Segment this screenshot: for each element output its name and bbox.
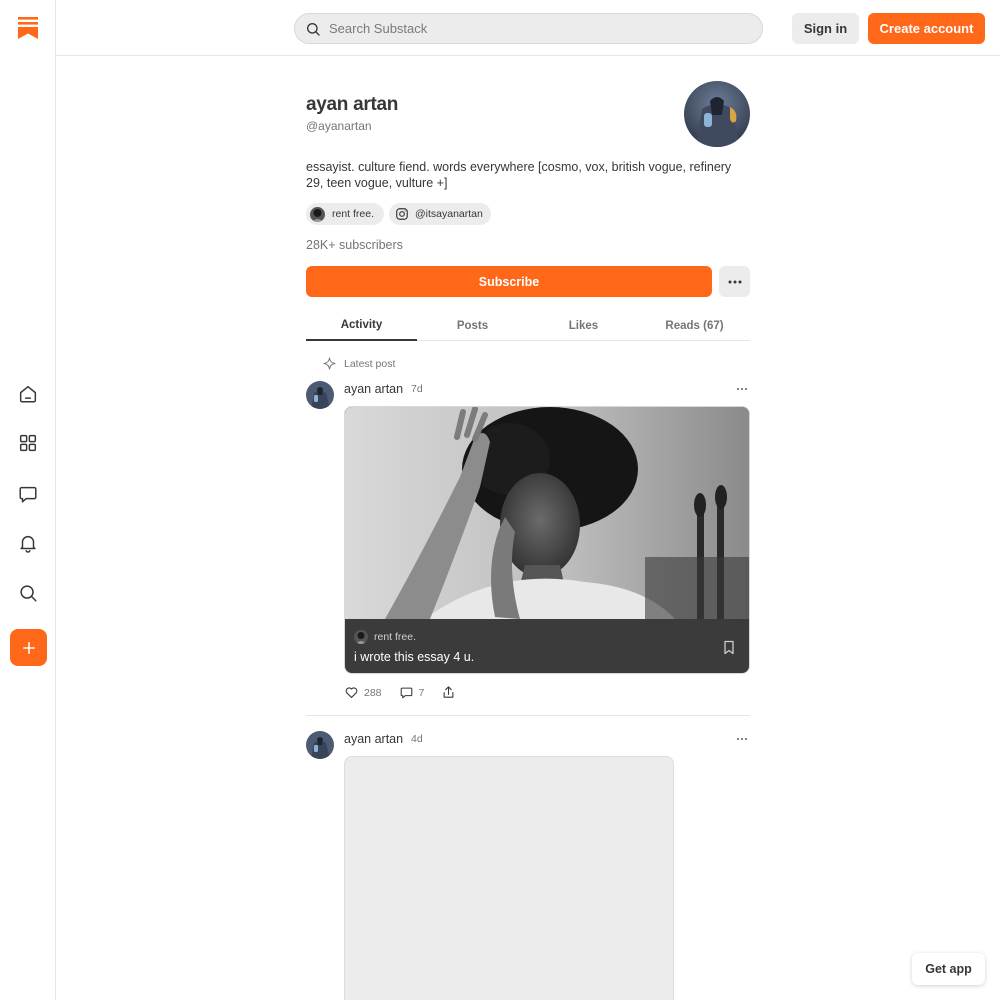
post-author-name[interactable]: ayan artan bbox=[344, 382, 403, 396]
home-icon bbox=[19, 385, 37, 403]
substack-logo-icon[interactable] bbox=[18, 17, 38, 39]
post-timestamp: 7d bbox=[411, 383, 423, 395]
get-app-button[interactable]: Get app bbox=[912, 953, 985, 985]
sidebar-item-explore[interactable] bbox=[10, 425, 46, 461]
more-horizontal-icon bbox=[728, 280, 741, 283]
post-publication[interactable]: rent free. bbox=[354, 630, 416, 644]
subscribe-button[interactable]: Subscribe bbox=[306, 266, 712, 297]
profile-tabs: Activity Posts Likes Reads (67) bbox=[306, 310, 750, 341]
post-media-placeholder[interactable] bbox=[344, 756, 674, 1000]
post-timestamp: 4d bbox=[411, 733, 423, 745]
post-card[interactable]: rent free. i wrote this essay 4 u. bbox=[344, 406, 750, 674]
create-post-button[interactable] bbox=[10, 629, 47, 666]
tab-activity[interactable]: Activity bbox=[306, 310, 417, 341]
create-account-button[interactable]: Create account bbox=[868, 13, 985, 44]
comment-count: 7 bbox=[418, 686, 425, 699]
post-title[interactable]: i wrote this essay 4 u. bbox=[354, 650, 474, 664]
comment-button[interactable]: 7 bbox=[399, 685, 425, 700]
post-author-name[interactable]: ayan artan bbox=[344, 732, 403, 746]
post-author-avatar[interactable] bbox=[306, 381, 334, 409]
instagram-icon bbox=[396, 208, 408, 220]
plus-icon bbox=[22, 641, 35, 654]
share-icon bbox=[443, 686, 454, 698]
search-icon bbox=[307, 22, 320, 36]
heart-icon bbox=[345, 687, 358, 699]
latest-post-text: Latest post bbox=[344, 357, 396, 370]
post-more-icon[interactable] bbox=[735, 732, 749, 746]
profile-handle: @ayanartan bbox=[306, 119, 372, 133]
sidebar-item-search[interactable] bbox=[10, 575, 46, 611]
chat-icon bbox=[19, 486, 37, 503]
search-icon bbox=[20, 585, 37, 602]
avatar-photo bbox=[684, 81, 750, 147]
search-input[interactable]: Search Substack bbox=[294, 13, 763, 44]
instagram-link-chip[interactable]: @itsayanartan bbox=[389, 203, 491, 225]
publication-avatar bbox=[310, 206, 325, 222]
post-more-icon[interactable] bbox=[735, 382, 749, 396]
instagram-link-label: @itsayanartan bbox=[415, 208, 483, 220]
share-button[interactable] bbox=[441, 685, 461, 700]
top-header: Search Substack Sign in Create account bbox=[56, 0, 1000, 56]
publication-link-label: rent free. bbox=[332, 208, 375, 220]
sidebar-item-activity[interactable] bbox=[10, 525, 46, 561]
grid-icon bbox=[19, 434, 37, 452]
sidebar bbox=[0, 0, 56, 1000]
sign-in-button[interactable]: Sign in bbox=[792, 13, 859, 44]
sparkle-icon bbox=[323, 357, 336, 370]
like-count: 288 bbox=[364, 686, 382, 699]
post-author-avatar[interactable] bbox=[306, 731, 334, 759]
post-actions: 288 7 bbox=[344, 685, 478, 700]
sidebar-item-home[interactable] bbox=[10, 376, 46, 412]
tab-posts[interactable]: Posts bbox=[417, 310, 528, 341]
tab-reads[interactable]: Reads (67) bbox=[639, 310, 750, 341]
profile-avatar[interactable] bbox=[684, 81, 750, 147]
comment-icon bbox=[400, 687, 412, 699]
subscriber-count: 28K+ subscribers bbox=[306, 238, 403, 252]
search-placeholder: Search Substack bbox=[329, 21, 428, 36]
sidebar-item-chat[interactable] bbox=[10, 476, 46, 512]
profile-bio: essayist. culture fiend. words everywher… bbox=[306, 160, 732, 190]
post-cover-image bbox=[345, 407, 749, 619]
bell-icon bbox=[20, 535, 36, 553]
more-options-button[interactable] bbox=[719, 266, 750, 297]
like-button[interactable]: 288 bbox=[344, 685, 382, 700]
latest-post-label: Latest post bbox=[322, 356, 395, 371]
post-divider bbox=[306, 715, 750, 716]
publication-link-chip[interactable]: rent free. bbox=[306, 203, 384, 225]
bookmark-icon[interactable] bbox=[722, 640, 736, 655]
profile-name: ayan artan bbox=[306, 94, 399, 115]
publication-avatar bbox=[354, 630, 368, 644]
tab-likes[interactable]: Likes bbox=[528, 310, 639, 341]
post-publication-name: rent free. bbox=[374, 631, 417, 643]
